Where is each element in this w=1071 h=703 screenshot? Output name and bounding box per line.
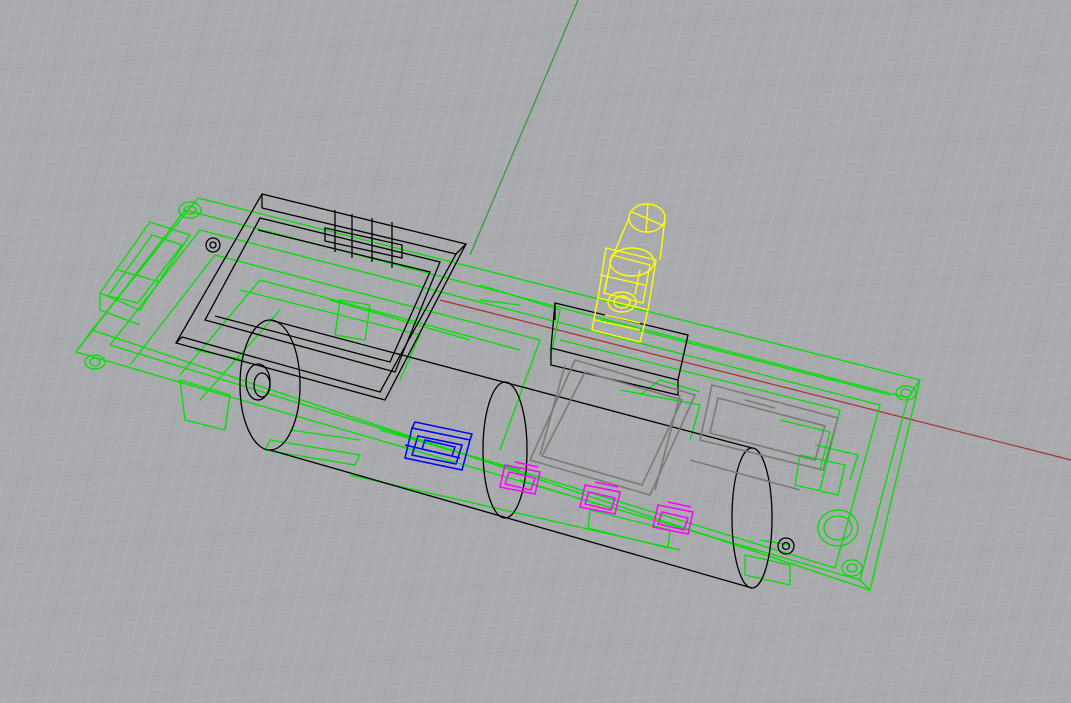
viewport-canvas[interactable] [0, 0, 1071, 703]
perspective-viewport[interactable] [0, 0, 1071, 703]
